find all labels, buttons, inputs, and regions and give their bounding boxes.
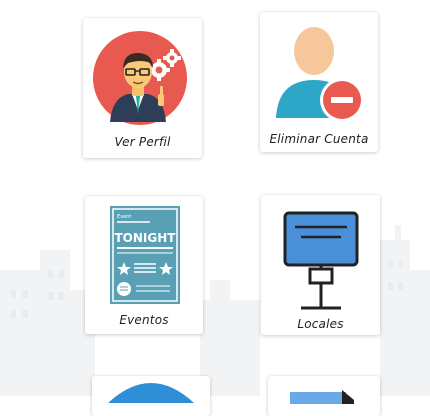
menu-card-eliminar-cuenta[interactable]: Eliminar Cuenta [260, 12, 378, 152]
document-icon [290, 390, 354, 404]
poster-small-text: Event [117, 214, 131, 220]
menu-card-label: Eliminar Cuenta [269, 132, 369, 146]
user-settings-icon [93, 31, 187, 125]
menu-card-ver-perfil[interactable]: Ver Perfil [83, 18, 202, 158]
menu-card-locales[interactable]: Locales [261, 195, 380, 335]
poster-headline: TONIGHT [115, 231, 177, 245]
menu-card-label: Ver Perfil [114, 135, 171, 149]
blue-circle-icon [108, 383, 194, 403]
menu-card-label: Locales [297, 317, 344, 331]
event-poster-icon: Event TONIGHT [110, 206, 180, 304]
menu-card-partial-left[interactable] [92, 376, 210, 416]
remove-user-icon [276, 27, 364, 122]
menu-card-partial-right[interactable] [268, 376, 380, 416]
menu-card-eventos[interactable]: Event TONIGHT Eventos [85, 196, 203, 334]
menu-card-label: Eventos [119, 313, 169, 327]
signboard-icon [283, 211, 359, 310]
